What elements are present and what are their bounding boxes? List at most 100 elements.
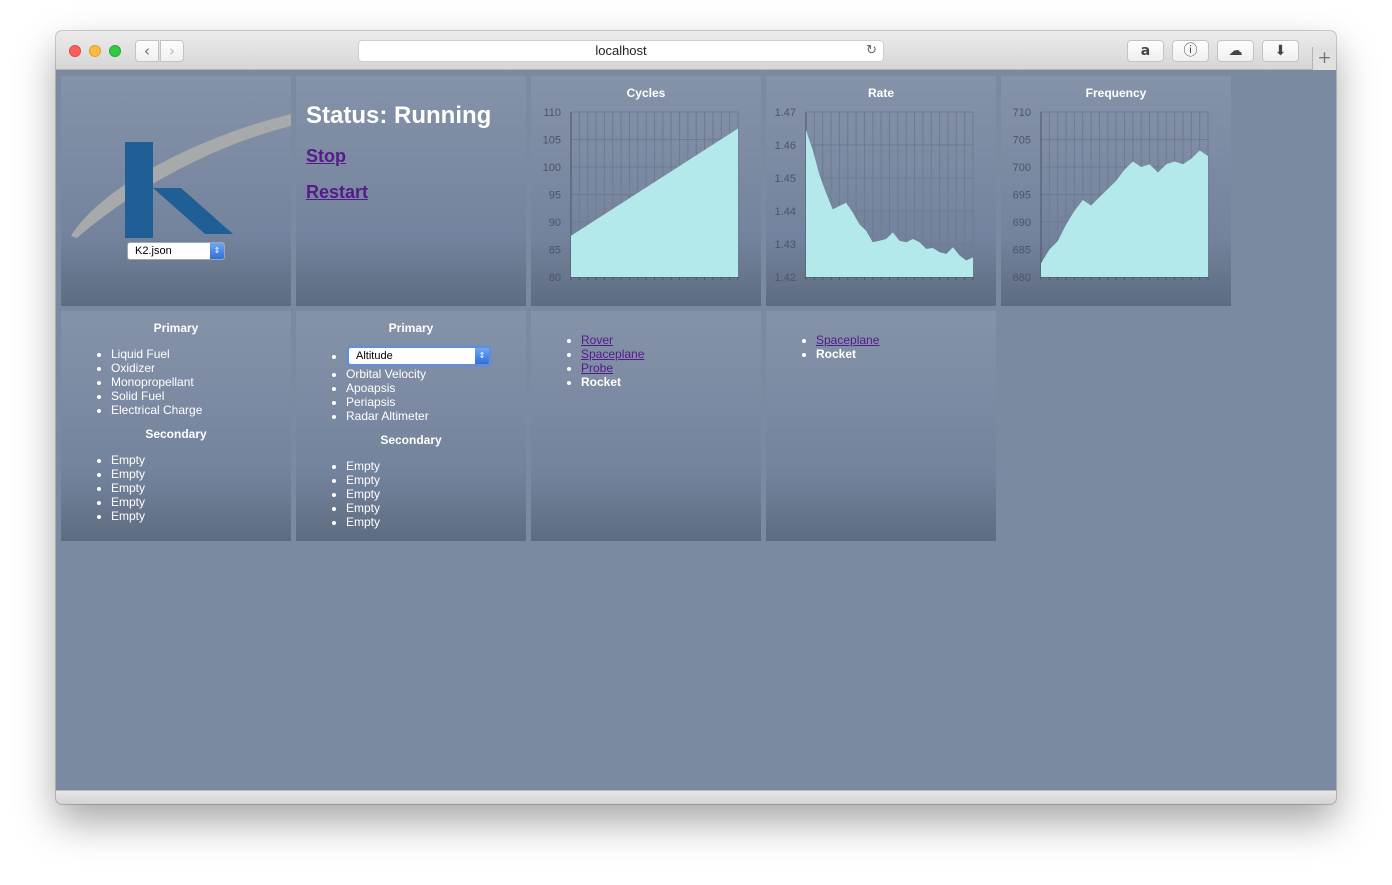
restart-link[interactable]: Restart [306, 182, 368, 203]
list-item[interactable]: Empty [111, 453, 291, 467]
current-vessel: Rocket [816, 347, 857, 361]
current-vessel: Rocket [581, 375, 622, 389]
address-bar[interactable]: localhost ↻ [358, 40, 884, 62]
y-tick-label: 1.44 [775, 206, 796, 218]
y-tick-label: 90 [549, 217, 561, 229]
list-item[interactable]: Periapsis [346, 395, 526, 409]
y-tick-label: 80 [549, 272, 561, 284]
forward-button[interactable]: › [160, 40, 184, 62]
maximize-window-button[interactable] [109, 45, 121, 57]
list-item[interactable]: Empty [346, 473, 526, 487]
amazon-extension-button[interactable]: a [1127, 40, 1164, 62]
telemetry-panel: Primary Altitude ⇕ Orbital Velocity Apoa… [296, 311, 526, 541]
list-item: Rocket [816, 347, 996, 361]
list-item: Rover [581, 333, 761, 347]
cycles-chart: 110 105 100 95 90 85 80 [543, 107, 739, 284]
vessel-link-spaceplane[interactable]: Spaceplane [581, 347, 644, 361]
chevron-right-icon: › [169, 42, 175, 60]
list-item[interactable]: Monopropellant [111, 375, 291, 389]
minimize-window-button[interactable] [89, 45, 101, 57]
y-tick-label: 1.43 [775, 239, 796, 251]
list-item[interactable]: Empty [111, 495, 291, 509]
vessel-link-probe[interactable]: Probe [581, 361, 613, 375]
list-item: Altitude ⇕ [346, 347, 526, 367]
frequency-chart-panel: Frequency 710 705 700 695 690 685 680 [1001, 76, 1231, 306]
list-item[interactable]: Empty [346, 487, 526, 501]
chevron-updown-icon: ⇕ [210, 243, 224, 259]
y-tick-label: 105 [543, 135, 561, 147]
logo-panel: K2.json ⇕ [61, 76, 291, 306]
config-select[interactable]: K2.json ⇕ [127, 242, 225, 260]
primary-telemetry-list: Altitude ⇕ Orbital Velocity Apoapsis Per… [296, 347, 526, 423]
y-tick-label: 690 [1013, 217, 1031, 229]
back-button[interactable]: ‹ [135, 40, 159, 62]
vessel-list-panel-2: Spaceplane Rocket [766, 311, 996, 541]
cycles-chart-panel: Cycles 110 105 100 95 90 85 80 [531, 76, 761, 306]
list-item[interactable]: Empty [111, 467, 291, 481]
vessel-list: Rover Spaceplane Probe Rocket [531, 333, 761, 389]
secondary-telemetry-list: Empty Empty Empty Empty Empty [296, 459, 526, 529]
list-item[interactable]: Orbital Velocity [346, 367, 526, 381]
list-item[interactable]: Empty [111, 509, 291, 523]
list-item: Spaceplane [581, 347, 761, 361]
status-panel: Status: Running Stop Restart [296, 76, 526, 306]
y-tick-label: 705 [1013, 135, 1031, 147]
status-title: Status: Running [306, 102, 492, 129]
y-tick-label: 110 [543, 107, 561, 119]
vessel-link-rover[interactable]: Rover [581, 333, 613, 347]
list-item[interactable]: Empty [346, 515, 526, 529]
status-bar [56, 790, 1336, 804]
amazon-icon: a [1140, 43, 1151, 59]
list-item[interactable]: Empty [111, 481, 291, 495]
chevron-left-icon: ‹ [144, 42, 150, 60]
list-item[interactable]: Radar Altimeter [346, 409, 526, 423]
y-tick-label: 95 [549, 190, 561, 202]
list-item[interactable]: Electrical Charge [111, 403, 291, 417]
stop-link[interactable]: Stop [306, 146, 346, 167]
y-tick-label: 1.46 [775, 140, 796, 152]
cloud-button[interactable]: ☁ [1217, 40, 1254, 62]
telemetry-select-value: Altitude [356, 350, 393, 362]
y-tick-label: 1.42 [775, 272, 796, 284]
kerbal-logo [71, 114, 291, 238]
list-item[interactable]: Empty [346, 501, 526, 515]
list-item: Spaceplane [816, 333, 996, 347]
logo-k-stem [125, 142, 153, 238]
y-tick-label: 1.45 [775, 173, 796, 185]
list-item[interactable]: Oxidizer [111, 361, 291, 375]
secondary-heading: Secondary [145, 427, 207, 441]
y-tick-label: 700 [1013, 162, 1031, 174]
vessel-list-panel: Rover Spaceplane Probe Rocket [531, 311, 761, 541]
list-item[interactable]: Empty [346, 459, 526, 473]
frequency-chart: 710 705 700 695 690 685 680 [1013, 107, 1209, 284]
primary-heading: Primary [388, 321, 434, 335]
reload-icon[interactable]: ↻ [866, 41, 877, 61]
list-item[interactable]: Liquid Fuel [111, 347, 291, 361]
y-tick-label: 85 [549, 245, 561, 257]
plus-icon: + [1317, 48, 1332, 68]
list-item[interactable]: Apoapsis [346, 381, 526, 395]
onepassword-icon: ⓘ [1183, 43, 1198, 59]
rate-chart-panel: Rate 1.47 1.46 1.45 1.44 1.43 1.42 [766, 76, 996, 306]
y-tick-label: 695 [1013, 190, 1031, 202]
list-item: Probe [581, 361, 761, 375]
rate-chart: 1.47 1.46 1.45 1.44 1.43 1.42 [775, 107, 974, 284]
telemetry-select[interactable]: Altitude ⇕ [348, 347, 490, 365]
secondary-heading: Secondary [380, 433, 442, 447]
vessel-list: Spaceplane Rocket [766, 333, 996, 361]
password-manager-button[interactable]: ⓘ [1172, 40, 1209, 62]
title-bar: ‹ › localhost ↻ a ⓘ ☁ ⬇ + [56, 31, 1336, 70]
downloads-button[interactable]: ⬇ [1262, 40, 1299, 62]
primary-resource-list: Liquid Fuel Oxidizer Monopropellant Soli… [61, 347, 291, 417]
y-tick-label: 685 [1013, 245, 1031, 257]
logo-swoosh [71, 114, 291, 238]
logo-k-leg [153, 188, 233, 234]
y-tick-label: 100 [543, 162, 561, 174]
close-window-button[interactable] [69, 45, 81, 57]
new-tab-button[interactable]: + [1312, 47, 1336, 70]
primary-heading: Primary [153, 321, 199, 335]
y-tick-label: 710 [1013, 107, 1031, 119]
list-item[interactable]: Solid Fuel [111, 389, 291, 403]
browser-window: ‹ › localhost ↻ a ⓘ ☁ ⬇ + K2.json ⇕ Stat… [56, 31, 1336, 804]
vessel-link-spaceplane[interactable]: Spaceplane [816, 333, 879, 347]
